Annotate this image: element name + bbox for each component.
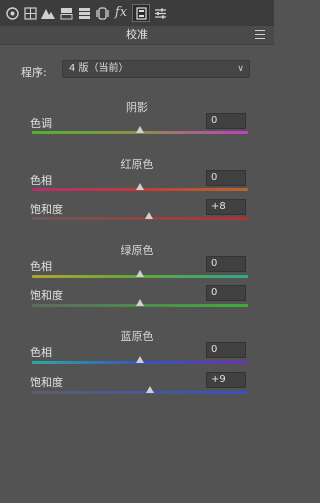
red-saturation-value[interactable]: +8 <box>206 199 246 215</box>
process-select[interactable]: 4 版（当前） ∨ <box>62 60 250 78</box>
green-hue-label: 色相 <box>30 260 52 273</box>
red-hue-value[interactable]: 0 <box>206 170 246 186</box>
red-saturation-label: 饱和度 <box>30 203 63 216</box>
blue-saturation-track[interactable] <box>32 391 248 394</box>
split-panel-icon[interactable] <box>58 5 74 21</box>
shadows-tint-label: 色调 <box>30 117 52 130</box>
mountain-icon[interactable] <box>40 5 56 21</box>
presets-sliders-icon[interactable] <box>152 5 168 21</box>
green-saturation-label: 饱和度 <box>30 289 63 302</box>
green-saturation-thumb[interactable] <box>136 299 144 306</box>
red-saturation-thumb[interactable] <box>144 212 153 219</box>
green-saturation-value[interactable]: 0 <box>206 285 246 301</box>
panel-title: 校准 <box>0 26 274 45</box>
blue-saturation-thumb[interactable] <box>145 386 154 393</box>
panel-toolbar: fx <box>0 0 274 26</box>
blue-hue-label: 色相 <box>30 346 52 359</box>
green-hue-value[interactable]: 0 <box>206 256 246 272</box>
red-saturation-track[interactable] <box>32 217 248 220</box>
columns-icon[interactable] <box>76 5 92 21</box>
green-hue-thumb[interactable] <box>136 270 144 277</box>
blue-hue-thumb[interactable] <box>136 356 144 363</box>
panel-menu-icon[interactable] <box>255 30 265 39</box>
red-hue-thumb[interactable] <box>136 183 144 190</box>
blue-saturation-label: 饱和度 <box>30 376 63 389</box>
process-label: 程序: <box>21 66 47 79</box>
grid-icon[interactable] <box>22 5 38 21</box>
red-hue-label: 色相 <box>30 174 52 187</box>
blue-saturation-value[interactable]: +9 <box>206 372 246 388</box>
chevron-down-icon: ∨ <box>237 64 244 74</box>
shadows-tint-value[interactable]: 0 <box>206 113 246 129</box>
blue-hue-value[interactable]: 0 <box>206 342 246 358</box>
aperture-icon[interactable] <box>4 5 20 21</box>
fx-icon[interactable]: fx <box>112 5 130 21</box>
lens-icon[interactable] <box>94 5 110 21</box>
process-value: 4 版（当前） <box>69 63 129 74</box>
calibration-icon[interactable] <box>132 4 150 22</box>
shadows-tint-thumb[interactable] <box>136 126 144 133</box>
